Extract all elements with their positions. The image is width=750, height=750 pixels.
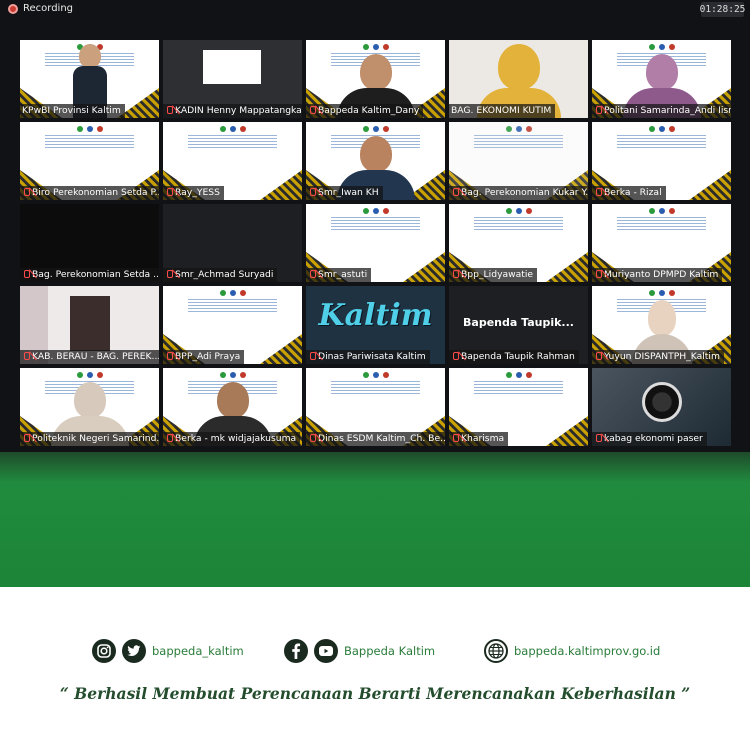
participant-name-label: Smr_Achmad Suryadi	[163, 268, 278, 282]
muted-mic-icon	[594, 352, 602, 362]
participant-name-label: BAG. EKONOMI KUTIM	[449, 104, 556, 118]
participant-name-label: Berka - Rizal	[592, 186, 666, 200]
participant-tile[interactable]: BPP_Adi Praya	[163, 286, 302, 364]
muted-mic-icon	[594, 270, 602, 280]
participant-name-label: Biro Perekonomian Setda P...	[20, 186, 159, 200]
participant-tile[interactable]: Biro Perekonomian Setda P...	[20, 122, 159, 200]
muted-mic-icon	[451, 188, 459, 198]
muted-mic-icon	[22, 434, 30, 444]
tagline: “ Berhasil Membuat Perencanaan Berarti M…	[59, 684, 691, 703]
website-link[interactable]: bappeda.kaltimprov.go.id	[514, 644, 660, 658]
participant-tile[interactable]: Smr_Achmad Suryadi	[163, 204, 302, 282]
participant-name-label: Bag. Perekonomian Kukar Y...	[449, 186, 588, 200]
participant-tile[interactable]: Yuyun DISPANTPH_Kaltim	[592, 286, 731, 364]
instagram-twitter-handle[interactable]: bappeda_kaltim	[152, 644, 244, 658]
participant-name-label: Berka - mk widjajakusuma	[163, 432, 301, 446]
participant-name-label: Ray_YESS	[163, 186, 224, 200]
participant-tile[interactable]: Muriyanto DPMPD Kaltim	[592, 204, 731, 282]
participant-name-label: Kharisma	[449, 432, 509, 446]
participant-name-label: kabag ekonomi paser	[592, 432, 707, 446]
muted-mic-icon	[22, 270, 30, 280]
recording-icon	[8, 3, 18, 14]
muted-mic-icon	[165, 270, 173, 280]
participant-tile[interactable]: Smr_astuti	[306, 204, 445, 282]
muted-mic-icon	[594, 106, 602, 116]
muted-mic-icon	[308, 352, 316, 362]
participant-grid: KPwBI Provinsi Kaltim KADIN Henny Mappat…	[20, 40, 731, 448]
participant-name-label: Smr_astuti	[306, 268, 372, 282]
participant-name-label: KPwBI Provinsi Kaltim	[20, 104, 125, 118]
participant-name-label: Bappeda Kaltim_Dany	[306, 104, 424, 118]
participant-name-label: Politani Samarinda_Andi Iisna...	[592, 104, 731, 118]
participant-name-label: Yuyun DISPANTPH_Kaltim	[592, 350, 724, 364]
participant-tile[interactable]: KADIN Henny Mappatangka	[163, 40, 302, 118]
website-group: bappeda.kaltimprov.go.id	[484, 639, 660, 663]
facebook-icon[interactable]	[284, 639, 308, 663]
participant-tile[interactable]: Politani Samarinda_Andi Iisna...	[592, 40, 731, 118]
participant-name-label: Dinas Pariwisata Kaltim	[306, 350, 430, 364]
participant-tile[interactable]: KPwBI Provinsi Kaltim	[20, 40, 159, 118]
muted-mic-icon	[308, 106, 316, 116]
participant-tile[interactable]: Bapenda Taupik... Bapenda Taupik Rahman	[449, 286, 588, 364]
participant-tile[interactable]: KAB. BERAU - BAG. PEREK...	[20, 286, 159, 364]
participant-tile[interactable]: Bag. Perekonomian Kukar Y...	[449, 122, 588, 200]
participant-tile[interactable]: Berka - mk widjajakusuma	[163, 368, 302, 446]
recording-indicator: Recording	[8, 3, 73, 14]
participant-name-label: Politeknik Negeri Samarind...	[20, 432, 159, 446]
muted-mic-icon	[22, 352, 30, 362]
muted-mic-icon	[165, 106, 173, 116]
facebook-youtube-group: Bappeda Kaltim	[284, 639, 435, 663]
profile-avatar	[641, 382, 682, 422]
muted-mic-icon	[451, 352, 459, 362]
participant-tile[interactable]: Dinas ESDM Kaltim_Ch. Be...	[306, 368, 445, 446]
footer	[0, 587, 750, 750]
participant-name-label: Bag. Perekonomian Setda ...	[20, 268, 159, 282]
muted-mic-icon	[165, 434, 173, 444]
twitter-icon[interactable]	[122, 639, 146, 663]
participant-name-label: Dinas ESDM Kaltim_Ch. Be...	[306, 432, 445, 446]
instagram-twitter-group: bappeda_kaltim	[92, 639, 244, 663]
participant-name-label: BPP_Adi Praya	[163, 350, 245, 364]
muted-mic-icon	[451, 434, 459, 444]
kaltim-logo-text: Kaltim	[318, 298, 433, 333]
participant-name-label: KADIN Henny Mappatangka	[163, 104, 302, 118]
muted-mic-icon	[308, 188, 316, 198]
youtube-icon[interactable]	[314, 639, 338, 663]
zoom-gallery-window: Recording 01:28:25 KPwBI Provinsi Kaltim…	[0, 0, 750, 452]
participant-tile[interactable]: Bpp_Lidyawatie	[449, 204, 588, 282]
muted-mic-icon	[594, 188, 602, 198]
participant-tile[interactable]: Kharisma	[449, 368, 588, 446]
participant-name-label: KAB. BERAU - BAG. PEREK...	[20, 350, 159, 364]
facebook-youtube-handle[interactable]: Bappeda Kaltim	[344, 644, 435, 658]
participant-tile[interactable]: Bag. Perekonomian Setda ...	[20, 204, 159, 282]
muted-mic-icon	[308, 434, 316, 444]
muted-mic-icon	[165, 352, 173, 362]
participant-tile[interactable]: Bappeda Kaltim_Dany	[306, 40, 445, 118]
participant-tile-active-speaker[interactable]: Smr_Iwan KH	[306, 122, 445, 200]
participant-tile[interactable]: Ray_YESS	[163, 122, 302, 200]
muted-mic-icon	[451, 270, 459, 280]
participant-tile[interactable]: BAG. EKONOMI KUTIM	[449, 40, 588, 118]
muted-mic-icon	[165, 188, 173, 198]
participant-tile[interactable]: kabag ekonomi paser	[592, 368, 731, 446]
participant-tile[interactable]: Politeknik Negeri Samarind...	[20, 368, 159, 446]
participant-tile[interactable]: Kaltim Dinas Pariwisata Kaltim	[306, 286, 445, 364]
muted-mic-icon	[22, 188, 30, 198]
social-links: bappeda_kaltim Bappeda Kaltim bappeda.ka…	[0, 639, 750, 665]
green-banner	[0, 452, 750, 587]
recording-label: Recording	[23, 3, 74, 14]
participant-tile[interactable]: Berka - Rizal	[592, 122, 731, 200]
instagram-icon[interactable]	[92, 639, 116, 663]
participant-name-label: Bpp_Lidyawatie	[449, 268, 538, 282]
muted-mic-icon	[308, 270, 316, 280]
participant-name-label: Muriyanto DPMPD Kaltim	[592, 268, 723, 282]
participant-name-label: Bapenda Taupik Rahman	[449, 350, 579, 364]
participant-name-label: Smr_Iwan KH	[306, 186, 383, 200]
participant-display-name: Bapenda Taupik...	[463, 316, 574, 329]
meeting-timer: 01:28:25	[699, 2, 746, 17]
globe-icon[interactable]	[484, 639, 508, 663]
muted-mic-icon	[594, 434, 602, 444]
